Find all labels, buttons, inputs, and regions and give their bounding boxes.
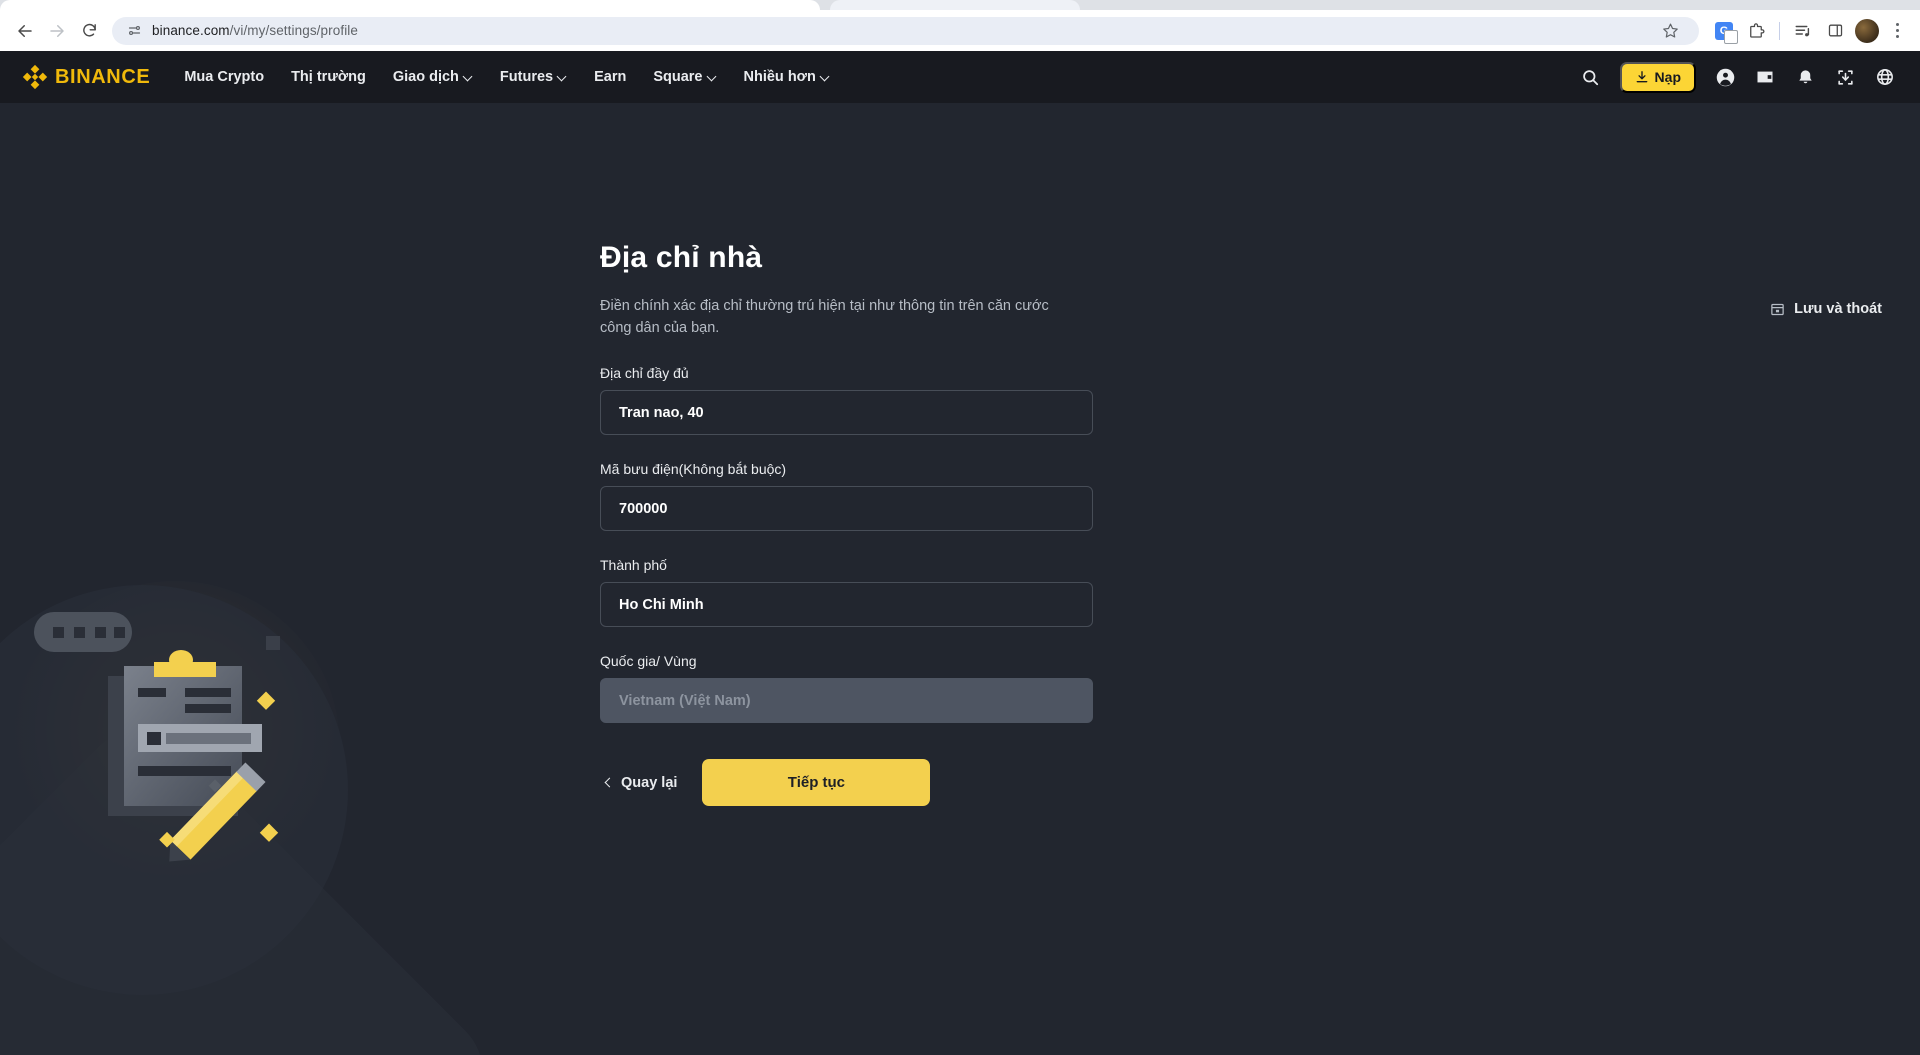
reload-button[interactable] [74, 16, 104, 46]
nav-label: Giao dịch [393, 69, 459, 85]
download-app-icon[interactable] [1834, 66, 1856, 88]
sparkle-diamond [257, 692, 275, 710]
field-country-region: Quốc gia/ Vùng Vietnam (Việt Nam) [600, 653, 1120, 723]
browser-tab-inactive[interactable] [830, 0, 1080, 10]
browser-tab-active[interactable] [0, 0, 820, 10]
toolbar-divider [1779, 22, 1780, 40]
back-label: Quay lại [621, 775, 677, 791]
forward-button[interactable] [42, 16, 72, 46]
nav-label: Futures [500, 69, 553, 85]
bookmark-star-icon[interactable] [1655, 16, 1685, 46]
media-playlist-icon[interactable] [1788, 16, 1818, 46]
address-bar[interactable]: binance.com/vi/my/settings/profile [112, 17, 1699, 45]
binance-logo[interactable]: BINANCE [22, 64, 150, 90]
tab-strip [0, 0, 1920, 10]
chevron-down-icon [558, 72, 567, 81]
full-address-input[interactable] [600, 390, 1093, 435]
back-button[interactable]: Quay lại [600, 765, 683, 801]
chevron-down-icon [464, 72, 473, 81]
field-label: Quốc gia/ Vùng [600, 653, 1120, 669]
page-body: Lưu và thoát Địa chỉ nhà Điền chính xác … [0, 103, 1920, 1055]
url-text: binance.com/vi/my/settings/profile [152, 23, 358, 38]
field-city: Thành phố [600, 557, 1120, 627]
deposit-label: Nạp [1655, 69, 1681, 85]
chevron-down-icon [821, 72, 830, 81]
bell-icon[interactable] [1794, 66, 1816, 88]
form-actions: Quay lại Tiếp tục [600, 759, 1120, 806]
field-label: Mã bưu điện(Không bắt buộc) [600, 461, 1120, 477]
arrow-left-icon [16, 22, 34, 40]
reload-icon [81, 22, 98, 39]
nav-item-earn[interactable]: Earn [594, 69, 626, 85]
chevron-left-icon [605, 778, 615, 788]
field-postal-code: Mã bưu điện(Không bắt buộc) [600, 461, 1120, 531]
side-panel-icon[interactable] [1820, 16, 1850, 46]
speech-bubble-icon [34, 612, 132, 652]
clipboard-pencil-illustration [20, 598, 340, 898]
browser-chrome: binance.com/vi/my/settings/profile G [0, 0, 1920, 51]
wallet-icon[interactable] [1754, 66, 1776, 88]
form-container: Địa chỉ nhà Điền chính xác địa chỉ thườn… [600, 103, 1120, 806]
search-icon[interactable] [1580, 66, 1602, 88]
country-region-input: Vietnam (Việt Nam) [600, 678, 1093, 723]
nav-label: Thị trường [291, 69, 366, 85]
site-settings-icon[interactable] [126, 23, 142, 39]
sparkle-diamond [260, 824, 278, 842]
download-icon [1635, 70, 1649, 84]
nav-label: Mua Crypto [184, 69, 264, 85]
url-domain: binance.com [152, 23, 230, 38]
save-and-exit-label: Lưu và thoát [1794, 301, 1882, 317]
nav-label: Square [653, 69, 702, 85]
nav-item-nhieu-hon[interactable]: Nhiều hơn [744, 69, 830, 85]
nav-item-thi-truong[interactable]: Thị trường [291, 69, 366, 85]
postal-code-input[interactable] [600, 486, 1093, 531]
extensions-puzzle-icon[interactable] [1741, 16, 1771, 46]
browser-avatar[interactable] [1855, 19, 1879, 43]
header-actions: Nạp [1580, 62, 1896, 93]
save-icon [1770, 302, 1785, 317]
google-translate-icon[interactable]: G [1709, 16, 1739, 46]
field-label: Địa chỉ đầy đủ [600, 365, 1120, 381]
binance-wordmark: BINANCE [55, 66, 150, 89]
url-path: /vi/my/settings/profile [230, 23, 358, 38]
nav-label: Earn [594, 69, 626, 85]
save-and-exit-button[interactable]: Lưu và thoát [1770, 301, 1882, 317]
nav-label: Nhiều hơn [744, 69, 816, 85]
browser-toolbar: binance.com/vi/my/settings/profile G [0, 10, 1920, 51]
nav-item-square[interactable]: Square [653, 69, 716, 85]
user-account-icon[interactable] [1714, 66, 1736, 88]
page-subtitle: Điền chính xác địa chỉ thường trú hiện t… [600, 295, 1070, 339]
page-title: Địa chỉ nhà [600, 241, 1120, 275]
chevron-down-icon [708, 72, 717, 81]
globe-icon[interactable] [1874, 66, 1896, 88]
nav-item-giao-dich[interactable]: Giao dịch [393, 69, 473, 85]
deposit-button[interactable]: Nạp [1620, 62, 1696, 93]
site-header: BINANCE Mua Crypto Thị trường Giao dịch … [0, 51, 1920, 103]
back-button[interactable] [10, 16, 40, 46]
main-navigation: Mua Crypto Thị trường Giao dịch Futures … [184, 69, 830, 85]
continue-button[interactable]: Tiếp tục [702, 759, 930, 806]
nav-item-mua-crypto[interactable]: Mua Crypto [184, 69, 264, 85]
binance-diamond-icon [22, 64, 48, 90]
field-label: Thành phố [600, 557, 1120, 573]
arrow-right-icon [48, 22, 66, 40]
decor-square [266, 636, 280, 650]
field-full-address: Địa chỉ đầy đủ [600, 365, 1120, 435]
city-input[interactable] [600, 582, 1093, 627]
three-dot-menu-icon[interactable] [1884, 16, 1910, 46]
nav-item-futures[interactable]: Futures [500, 69, 567, 85]
